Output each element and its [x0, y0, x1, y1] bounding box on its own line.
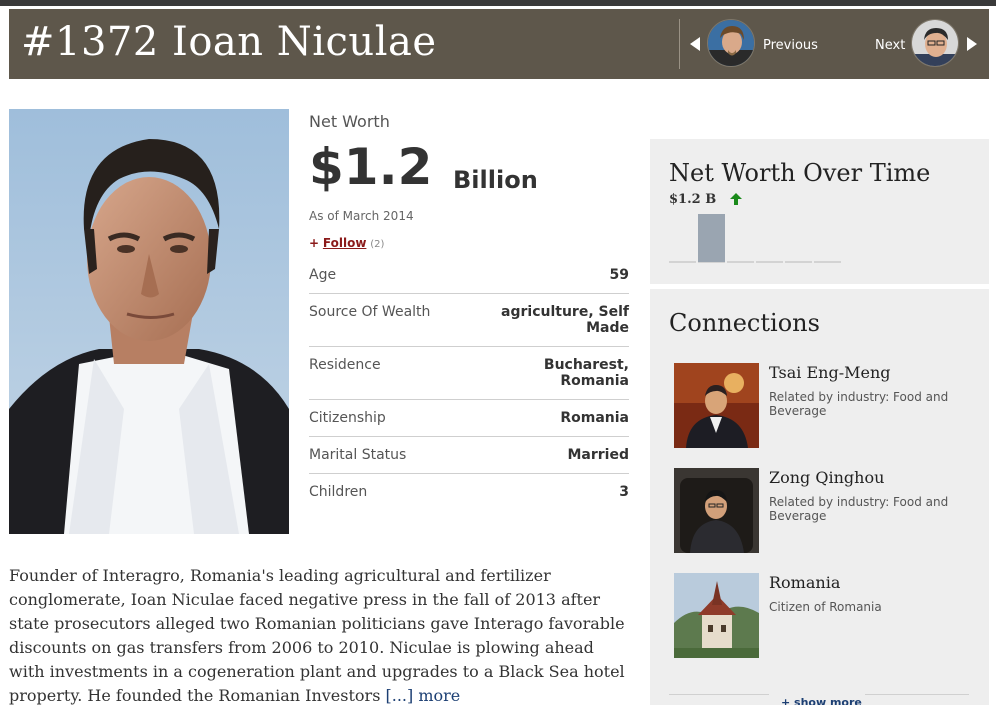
follow-count: (2) [370, 239, 385, 250]
next-arrow-icon[interactable] [967, 37, 977, 51]
net-worth-chart [669, 214, 841, 263]
connection-photo[interactable] [674, 363, 759, 448]
connection-name[interactable]: Zong Qinghou [769, 468, 884, 487]
fact-value: Bucharest, Romania [543, 357, 629, 389]
net-worth-label: Net Worth [309, 112, 390, 131]
connection-item[interactable]: Zong Qinghou Related by industry: Food a… [674, 468, 974, 558]
previous-arrow-icon[interactable] [690, 37, 700, 51]
plus-icon: + [309, 236, 320, 250]
fact-value: agriculture, Self Made [501, 304, 629, 336]
panel-title: Net Worth Over Time [669, 159, 931, 187]
show-more-button[interactable]: + show more [781, 696, 862, 705]
fact-label: Source Of Wealth [309, 304, 431, 320]
previous-link[interactable]: Previous [763, 38, 818, 53]
facts-table: Age 59 Source Of Wealth agriculture, Sel… [309, 257, 629, 510]
next-link[interactable]: Next [875, 38, 905, 53]
fact-label: Residence [309, 357, 381, 373]
net-worth-date: As of March 2014 [309, 209, 414, 223]
chart-bar-1 [698, 214, 725, 262]
current-net-worth: $1.2 B [669, 192, 717, 207]
connections-panel: Connections Tsai Eng-Meng Related by ind… [650, 289, 989, 705]
fact-row-citizenship: Citizenship Romania [309, 400, 629, 437]
trend-up-icon [730, 193, 742, 205]
connection-name[interactable]: Tsai Eng-Meng [769, 363, 891, 382]
divider [669, 694, 769, 695]
panel-title: Connections [669, 309, 820, 337]
fact-value: Romania [560, 410, 629, 426]
read-more-link[interactable]: [...] more [386, 686, 461, 705]
connection-photo[interactable] [674, 573, 759, 658]
top-border [0, 0, 996, 6]
profile-photo [9, 109, 289, 534]
profile-header: #1372 Ioan Niculae Previous Next [9, 9, 989, 79]
fact-row-source-of-wealth: Source Of Wealth agriculture, Self Made [309, 294, 629, 347]
fact-value: 59 [609, 267, 629, 283]
fact-label: Marital Status [309, 447, 407, 463]
fact-value: Married [567, 447, 629, 463]
page-title: #1372 Ioan Niculae [21, 19, 437, 65]
connection-description: Related by industry: Food and Beverage [769, 390, 949, 418]
connection-description: Related by industry: Food and Beverage [769, 495, 949, 523]
fact-row-children: Children 3 [309, 474, 629, 510]
net-worth-unit: Billion [453, 166, 538, 194]
biography: Founder of Interagro, Romania's leading … [9, 564, 629, 705]
next-profile-avatar[interactable] [911, 19, 959, 67]
connection-item[interactable]: Romania Citizen of Romania [674, 573, 974, 663]
connection-name[interactable]: Romania [769, 573, 840, 592]
connection-description: Citizen of Romania [769, 600, 882, 614]
fact-label: Age [309, 267, 337, 283]
fact-label: Citizenship [309, 410, 386, 426]
fact-row-age: Age 59 [309, 257, 629, 294]
fact-row-residence: Residence Bucharest, Romania [309, 347, 629, 400]
divider [865, 694, 969, 695]
net-worth-over-time-panel: Net Worth Over Time $1.2 B [650, 139, 989, 284]
net-worth-amount: $1.2 [309, 138, 433, 196]
previous-profile-avatar[interactable] [707, 19, 755, 67]
bio-text: Founder of Interagro, Romania's leading … [9, 566, 625, 705]
fact-label: Children [309, 484, 368, 500]
fact-row-marital-status: Marital Status Married [309, 437, 629, 474]
connection-photo[interactable] [674, 468, 759, 553]
show-more-bar: + show more [669, 694, 969, 705]
follow-control[interactable]: + Follow (2) [309, 236, 384, 250]
connection-item[interactable]: Tsai Eng-Meng Related by industry: Food … [674, 363, 974, 453]
fact-value: 3 [619, 484, 629, 500]
header-divider [679, 19, 680, 69]
follow-link[interactable]: Follow [323, 236, 367, 250]
